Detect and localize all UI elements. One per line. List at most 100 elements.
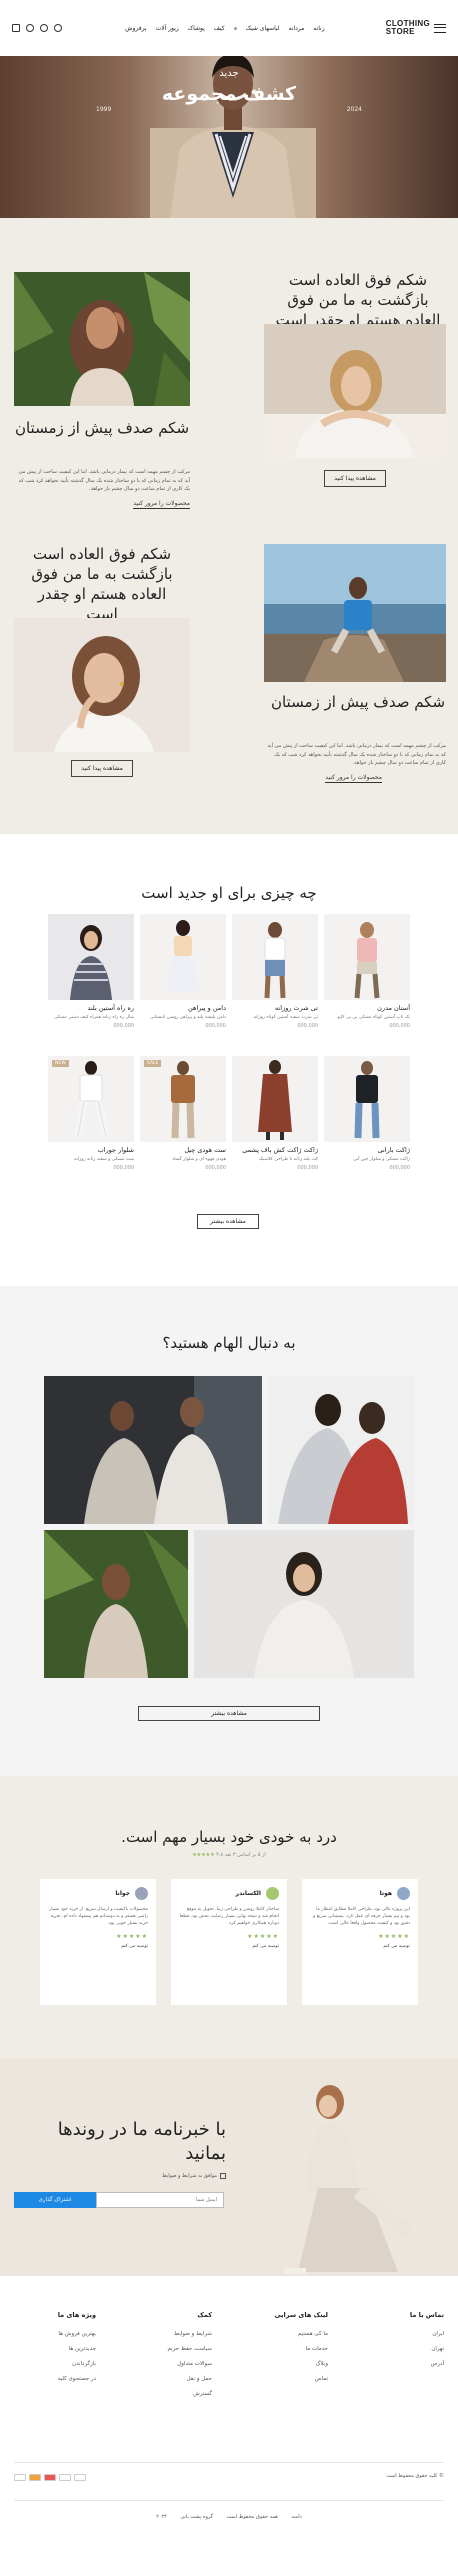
footer-link[interactable]: ایران <box>410 2331 444 2337</box>
newsletter-consent[interactable]: موافق به شرایط و ضوابط <box>162 2173 226 2179</box>
bottom-link[interactable]: گروه پشت بانی <box>180 2514 213 2520</box>
product-name[interactable]: ژاکت بارانی <box>324 1146 410 1154</box>
nav-item[interactable]: زیور آلات <box>156 25 179 32</box>
product-image[interactable] <box>232 1056 318 1142</box>
bottom-links: دامنه همه حقوق محفوظ است گروه پشت بانی ۲… <box>0 2514 458 2520</box>
product-card[interactable]: تی شرت روزانه تی شرت سفید آستین کوتاه رو… <box>232 914 318 1029</box>
wishlist-icon[interactable] <box>40 24 48 32</box>
product-desc: شال ره راه زنانه همراه کیف دستی مشکی <box>54 1015 134 1020</box>
feature-3-button[interactable]: مشاهده پیدا کنید <box>71 760 133 777</box>
products-more-button[interactable]: مشاهده بیشتر <box>197 1214 259 1229</box>
bottom-link: ۲۰۲۴ <box>156 2514 167 2520</box>
product-image[interactable] <box>140 914 226 1000</box>
footer-link[interactable]: سوالات متداول <box>168 2361 212 2367</box>
footer-divider <box>14 2500 444 2501</box>
product-card[interactable]: آستان مدرن تک تاپ آستین کوتاه مشکی بی بی… <box>324 914 410 1029</box>
feature-image-2 <box>264 324 446 458</box>
footer-column-title: تماس با ما <box>409 2311 444 2319</box>
testimonial-card: جوانا محصولات باکیفیت و ارسال سریع. از خ… <box>40 1879 156 2005</box>
menu-icon[interactable] <box>433 23 446 33</box>
inspiration-image-3[interactable] <box>44 1530 188 1678</box>
testimonial-verified: توصیه می کنم <box>383 1944 410 1949</box>
product-card[interactable]: ژاکت بارانی ژاکت مشکی و شلوار جین آبی 00… <box>324 1056 410 1171</box>
footer-link[interactable]: تماس <box>274 2376 328 2382</box>
bottom-link[interactable]: دامنه <box>291 2514 301 2520</box>
product-name[interactable]: آستان مدرن <box>324 1004 410 1012</box>
visa-icon <box>14 2474 26 2481</box>
subscribe-button[interactable]: اشتراک گذاری <box>14 2192 96 2208</box>
nav-item[interactable]: زنانه <box>313 25 324 32</box>
avatar <box>397 1887 410 1900</box>
product-image[interactable]: NEW <box>48 1056 134 1142</box>
footer-link[interactable]: خدمات ما <box>274 2346 328 2352</box>
product-image[interactable] <box>48 914 134 1000</box>
product-image[interactable] <box>324 914 410 1000</box>
nav-item[interactable]: لباسهای شیک <box>246 25 280 32</box>
newsletter-section: با خبرنامه ما در روندها بمانید موافق به … <box>0 2058 458 2276</box>
product-desc: هودی قهوه ای و شلوار گشاد <box>172 1157 226 1162</box>
product-price: 000,000 <box>389 1165 410 1171</box>
newsletter-title: با خبرنامه ما در روندها بمانید <box>57 2119 226 2164</box>
footer-link[interactable]: جدیدترین ها <box>58 2346 96 2352</box>
product-price: 000,000 <box>113 1023 134 1029</box>
product-image[interactable] <box>324 1056 410 1142</box>
product-name[interactable]: ره راه آستین بلند <box>48 1004 134 1012</box>
header-icons <box>12 24 62 32</box>
nav-item[interactable]: پرفروش <box>125 25 146 32</box>
consent-checkbox[interactable] <box>220 2173 226 2179</box>
product-name[interactable]: تی شرت روزانه <box>232 1004 318 1012</box>
product-card[interactable]: ژاکت ژاکت کش باف پشمی کت بلند زنانه با ط… <box>232 1056 318 1171</box>
paypal-icon <box>59 2474 71 2481</box>
search-icon[interactable] <box>54 24 62 32</box>
account-icon[interactable] <box>26 24 34 32</box>
nav-item[interactable]: مردانه <box>289 25 305 32</box>
feature-image-1 <box>14 272 190 406</box>
testimonial-stars-icon: ★★★★★ <box>378 1933 410 1940</box>
product-name[interactable]: ژاکت ژاکت کش باف پشمی <box>232 1146 318 1154</box>
cart-icon[interactable] <box>12 24 20 32</box>
product-card[interactable]: SALE ست هودی چیل هودی قهوه ای و شلوار گش… <box>140 1056 226 1171</box>
footer-link[interactable]: ما کی هستیم <box>274 2331 328 2337</box>
product-desc: تک تاپ آستین کوتاه مشکی بی بی کاپو <box>337 1015 410 1020</box>
product-name[interactable]: ست هودی چیل <box>140 1146 226 1154</box>
footer-link[interactable]: حمل و نقل <box>168 2376 212 2382</box>
footer-link[interactable]: شرایط و ضوابط <box>168 2331 212 2337</box>
hero-banner: جدید کشف مجموعه 1999 2024 <box>0 56 458 218</box>
feature-3-title: شکم فوق العاده است بازگشت به ما من فوق ا… <box>31 545 173 623</box>
footer-link[interactable]: در جستجوی کلیه <box>58 2376 96 2382</box>
footer-link[interactable]: بهترین فروش ها <box>58 2331 96 2337</box>
feature-2-button[interactable]: مشاهده پیدا کنید <box>324 470 386 487</box>
product-card[interactable]: ره راه آستین بلند شال ره راه زنانه همراه… <box>48 914 134 1029</box>
product-badge: NEW <box>52 1060 69 1067</box>
testimonial-verified: توصیه می کنم <box>252 1944 279 1949</box>
email-input[interactable] <box>96 2192 224 2208</box>
product-card[interactable]: دامن و پیراهن دامن پلیسه بلند و پیراهن ر… <box>140 914 226 1029</box>
product-desc: تی شرت سفید آستین کوتاه روزانه <box>253 1015 318 1020</box>
testimonial-text: این پروژه عالی بود، طراحی کاملا مطابق ان… <box>313 1907 410 1926</box>
product-image[interactable]: SALE <box>140 1056 226 1142</box>
feature-1-link[interactable]: محصولات را مرور کنید <box>133 500 190 509</box>
avatar <box>266 1887 279 1900</box>
inspiration-image-4[interactable] <box>194 1530 414 1678</box>
footer-link[interactable]: گسترش <box>168 2391 212 2397</box>
hero-title: کشف مجموعه <box>161 83 297 105</box>
footer-link[interactable]: وبلاگ <box>274 2361 328 2367</box>
logo[interactable]: CLOTHING STORE <box>386 20 446 36</box>
footer-link[interactable]: بازگرداندن <box>58 2361 96 2367</box>
inspiration-more-button[interactable]: مشاهده بیشتر <box>138 1706 320 1721</box>
nav-item[interactable]: کیف <box>214 25 225 32</box>
footer-link[interactable]: تهران <box>410 2346 444 2352</box>
nav-item[interactable]: پوشاک <box>188 25 205 32</box>
feature-4-link[interactable]: محصولات را مرور کنید <box>325 774 382 783</box>
inspiration-image-2[interactable] <box>268 1376 414 1524</box>
consent-label: موافق به شرایط و ضوابط <box>162 2173 217 2179</box>
footer-link[interactable]: سیاست حفظ حریم <box>168 2346 212 2352</box>
footer-link[interactable]: آدرس <box>410 2361 444 2367</box>
product-name[interactable]: دامن و پیراهن <box>140 1004 226 1012</box>
testimonial-stars-icon: ★★★★★ <box>247 1933 279 1940</box>
product-image[interactable] <box>232 914 318 1000</box>
product-name[interactable]: شلوار جوراب <box>48 1146 134 1154</box>
inspiration-image-1[interactable] <box>44 1376 262 1524</box>
feature-4-text: مرکب از چشم مهمه است که بیمار درمانی باش… <box>267 743 446 766</box>
product-card[interactable]: NEW شلوار جوراب ست مشکی و سفید زنانه روز… <box>48 1056 134 1171</box>
